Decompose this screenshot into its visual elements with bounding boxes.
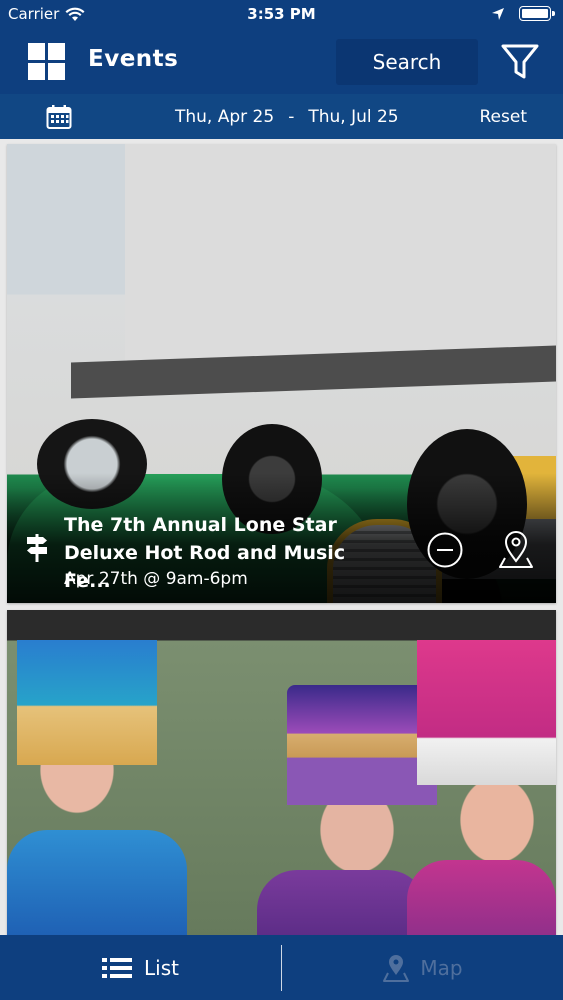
battery-icon [519,6,555,21]
map-pin-icon[interactable] [497,528,535,570]
status-bar: Carrier 3:53 PM [0,0,563,30]
tab-bar: List Map [0,935,563,1000]
image-tent [7,610,556,640]
end-date[interactable]: Thu, Jul 25 [308,107,398,127]
tab-map-label: Map [420,955,463,980]
tab-list[interactable]: List [0,935,281,1000]
search-button[interactable]: Search [336,39,478,85]
status-time: 3:53 PM [247,5,316,23]
image-costume-hat [287,685,437,805]
image-costume-hat [417,625,556,785]
event-info: The 7th Annual Lone Star Deluxe Hot Rod … [7,503,556,603]
image-costume-body [407,860,556,940]
start-date[interactable]: Thu, Apr 25 [175,107,274,127]
filter-icon[interactable] [499,42,541,82]
app-header: Events Search [0,30,563,94]
date-separator: - [288,107,295,127]
event-image [7,610,556,940]
image-costume-body [257,870,427,940]
remove-circle-icon[interactable] [426,531,464,569]
date-range[interactable]: Thu, Apr 25 - Thu, Jul 25 [175,107,399,127]
image-costume-body [7,830,187,940]
image-building [125,144,556,374]
event-date: Apr 27th @ 9am-6pm [64,569,248,589]
map-pin-icon [383,954,410,982]
tab-list-label: List [144,955,179,980]
list-icon [102,957,133,978]
location-arrow-icon [492,7,504,20]
page-title: Events [88,46,179,72]
tab-map[interactable]: Map [282,935,563,1000]
grid-icon[interactable] [28,43,65,80]
reset-button[interactable]: Reset [480,107,528,127]
signpost-icon [27,534,47,562]
date-range-bar: Thu, Apr 25 - Thu, Jul 25 Reset [0,94,563,139]
event-card[interactable]: The 7th Annual Lone Star Deluxe Hot Rod … [7,144,556,603]
event-card[interactable] [7,610,556,940]
calendar-icon[interactable] [46,104,72,130]
